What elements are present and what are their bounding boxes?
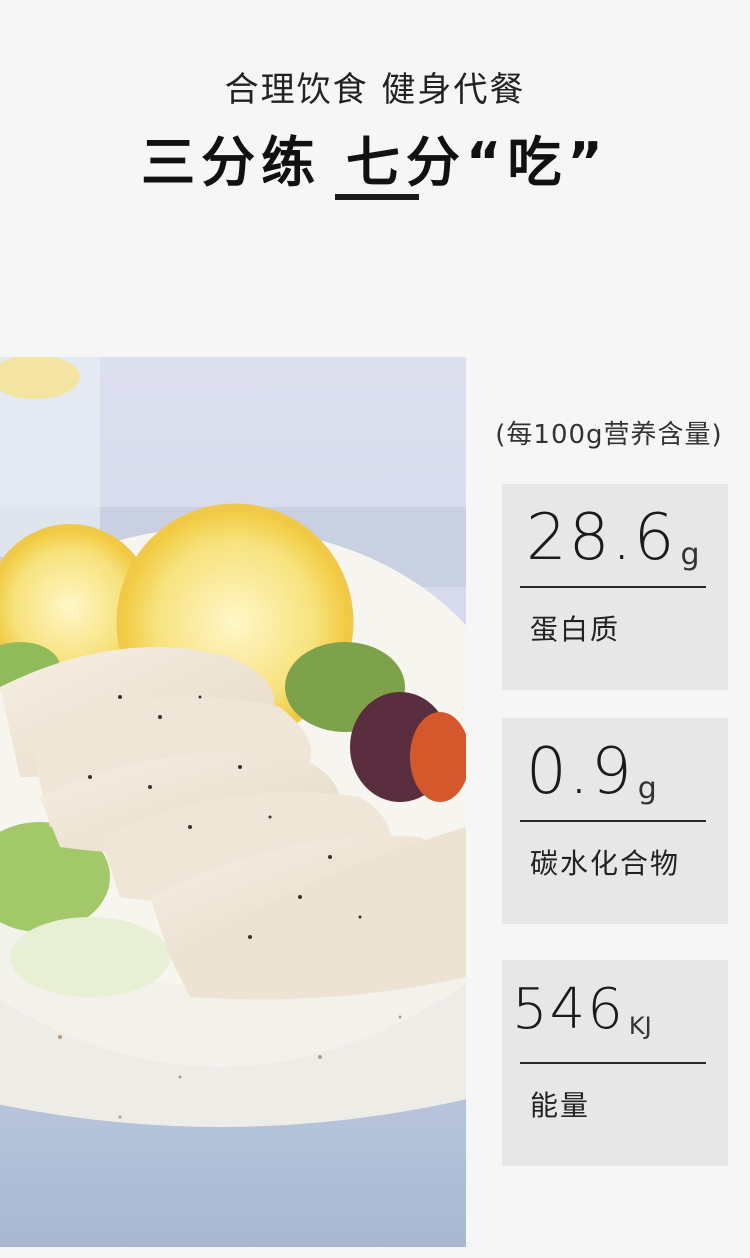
card-rule [520,586,706,588]
nutrition-label: 碳水化合物 [530,847,681,880]
card-rule [520,1062,706,1064]
nutrition-value: 28.6 [526,501,677,575]
food-photo [0,357,466,1247]
title-underline [335,194,419,200]
nutrition-card-energy: 546 KJ 能量 [502,960,728,1166]
nutrition-card-carbs: 0.9 g 碳水化合物 [502,718,728,924]
header-title: 三分练 七分“吃” [141,131,609,194]
nutrition-label: 能量 [530,1089,591,1122]
nutrition-caption: (每100g营养含量) [495,420,723,450]
header-subtitle: 合理饮食 健身代餐 [224,70,526,110]
card-rule [520,820,706,822]
nutrition-card-protein: 28.6 g 蛋白质 [502,484,728,690]
nutrition-unit: g [637,771,657,806]
nutrition-label: 蛋白质 [530,613,621,646]
nutrition-value: 546 [512,977,625,1042]
nutrition-value: 0.9 [526,735,634,809]
nutrition-unit: g [680,537,700,572]
nutrition-unit: KJ [628,1012,652,1040]
